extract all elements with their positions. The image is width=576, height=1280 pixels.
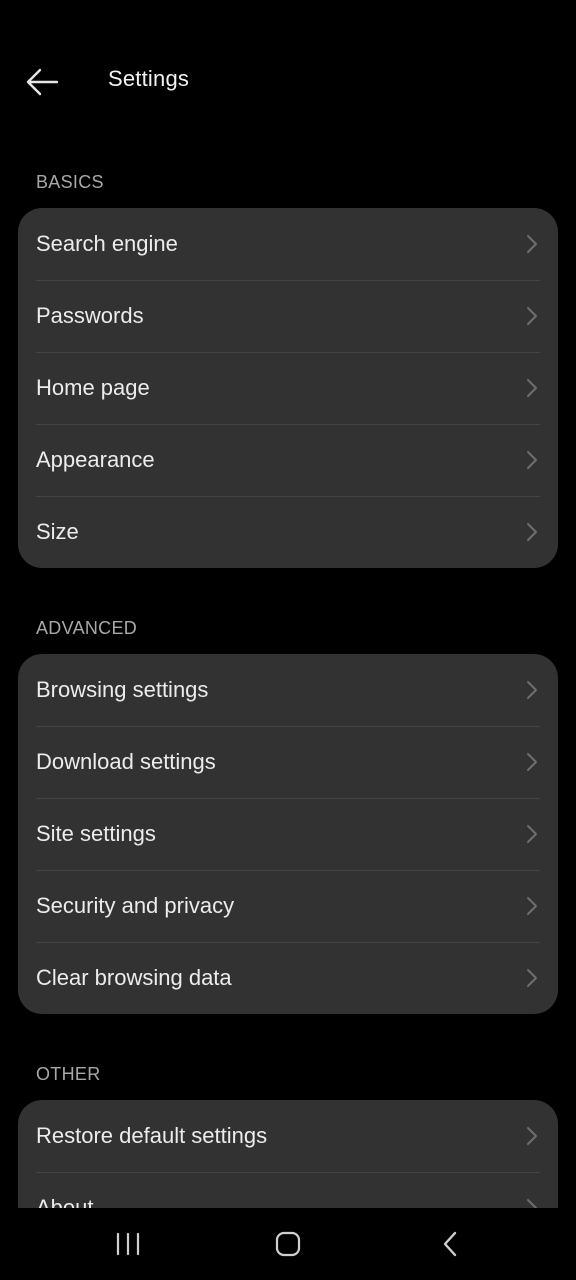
- chevron-right-icon: [524, 304, 540, 328]
- settings-item-label: Size: [36, 519, 79, 544]
- section-header-advanced: ADVANCED: [36, 618, 138, 638]
- settings-item-home-page[interactable]: Home page: [18, 352, 558, 424]
- settings-item-label: Appearance: [36, 447, 155, 472]
- chevron-right-icon: [524, 232, 540, 256]
- advanced-card: Browsing settings Download settings Site…: [18, 654, 558, 1014]
- settings-list[interactable]: BASICS Search engine Passwords Home page…: [0, 150, 576, 1208]
- settings-item-restore-default-settings[interactable]: Restore default settings: [18, 1100, 558, 1172]
- settings-item-label: Restore default settings: [36, 1123, 268, 1148]
- chevron-right-icon: [524, 1124, 540, 1148]
- nav-back-button[interactable]: [420, 1222, 480, 1266]
- settings-item-label: Clear browsing data: [36, 965, 232, 990]
- settings-item-label: About: [36, 1195, 94, 1208]
- settings-item-download-settings[interactable]: Download settings: [18, 726, 558, 798]
- chevron-right-icon: [524, 448, 540, 472]
- settings-item-search-engine[interactable]: Search engine: [18, 208, 558, 280]
- back-button[interactable]: [18, 58, 66, 106]
- settings-item-size[interactable]: Size: [18, 496, 558, 568]
- chevron-right-icon: [524, 520, 540, 544]
- chevron-right-icon: [524, 678, 540, 702]
- app-header: Settings: [0, 0, 576, 160]
- chevron-right-icon: [524, 822, 540, 846]
- settings-item-about[interactable]: About: [18, 1172, 558, 1208]
- settings-item-passwords[interactable]: Passwords: [18, 280, 558, 352]
- other-card: Restore default settings About: [18, 1100, 558, 1208]
- chevron-right-icon: [524, 750, 540, 774]
- section-header-other: OTHER: [36, 1064, 101, 1084]
- system-navigation-bar: [0, 1208, 576, 1280]
- settings-item-security-and-privacy[interactable]: Security and privacy: [18, 870, 558, 942]
- settings-item-label: Browsing settings: [36, 677, 209, 702]
- back-icon: [443, 1231, 457, 1257]
- settings-item-label: Passwords: [36, 303, 144, 328]
- home-icon: [275, 1231, 301, 1257]
- arrow-left-icon: [26, 68, 59, 96]
- settings-item-label: Download settings: [36, 749, 216, 774]
- settings-item-clear-browsing-data[interactable]: Clear browsing data: [18, 942, 558, 1014]
- basics-card: Search engine Passwords Home page Appear…: [18, 208, 558, 568]
- settings-screen: Settings BASICS Search engine Passwords …: [0, 0, 576, 1280]
- chevron-right-icon: [524, 966, 540, 990]
- settings-item-appearance[interactable]: Appearance: [18, 424, 558, 496]
- settings-item-label: Site settings: [36, 821, 156, 846]
- settings-item-label: Security and privacy: [36, 893, 235, 918]
- page-title: Settings: [108, 66, 190, 91]
- settings-item-label: Search engine: [36, 231, 178, 256]
- chevron-right-icon: [524, 1196, 540, 1208]
- settings-item-browsing-settings[interactable]: Browsing settings: [18, 654, 558, 726]
- settings-item-label: Home page: [36, 375, 150, 400]
- chevron-right-icon: [524, 894, 540, 918]
- recents-button[interactable]: [98, 1222, 158, 1266]
- settings-item-site-settings[interactable]: Site settings: [18, 798, 558, 870]
- chevron-right-icon: [524, 376, 540, 400]
- section-header-basics: BASICS: [36, 172, 104, 192]
- recents-icon: [116, 1232, 140, 1256]
- home-button[interactable]: [258, 1222, 318, 1266]
